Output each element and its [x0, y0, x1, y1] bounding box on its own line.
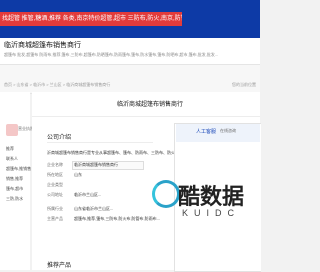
kuidc-text: 酷数据	[178, 184, 245, 209]
kuidc-logo-icon	[152, 180, 180, 208]
top-banner: 找超管 推管,糖酒,推荐 各类,南京特价超管,超市 三防布,防火,南京,防管	[0, 0, 260, 38]
company-keywords: 超篷布 批发,超篷布 防雨布,推荐,篷布,三防布,超篷布,防晒篷布,防雨篷布,篷…	[4, 52, 219, 57]
field-label: 所属行业	[47, 206, 63, 211]
field-value: 临沂市兰山区...	[74, 192, 102, 197]
page-title: 临沂商城超篷布销售商行	[116, 102, 183, 108]
section-underline	[47, 142, 153, 143]
nav-bar	[0, 64, 260, 94]
avatar-icon	[6, 124, 18, 136]
field-label: 主营产品	[47, 216, 63, 221]
field-label: 企业类型	[47, 182, 63, 187]
customer-service-title[interactable]: 人工客服	[196, 128, 216, 135]
location-hint: 您的当前位置	[232, 82, 256, 87]
field-label: 公司地址	[47, 192, 63, 197]
field-value: 山东	[74, 172, 82, 177]
sidebar-item[interactable]: 销售,推荐	[6, 176, 23, 182]
sidebar-item[interactable]: 联系人	[6, 156, 18, 162]
marquee-notice[interactable]: 找超管 推管,糖酒,推荐 各类,南京特价超管,超市 三防布,防火,南京,防管	[0, 12, 182, 26]
sidebar-item[interactable]: 推荐	[6, 146, 14, 152]
kuidc-watermark: 酷数据 KUIDC	[142, 170, 260, 240]
field-value: 临沂商城超篷布销售商行	[74, 162, 118, 167]
field-label: 企业名称	[47, 162, 63, 167]
section-title-products: 推荐产品	[47, 263, 72, 269]
divider	[32, 116, 260, 117]
sidebar-item[interactable]: 篷布,超市	[6, 186, 23, 192]
field-label: 所在地区	[47, 172, 63, 177]
sidebar-item[interactable]: 超篷布,推销售	[6, 166, 31, 172]
breadcrumb[interactable]: 首页 > 山东省 > 临沂市 > 兰山区 > 临沂商城超篷布销售商行	[4, 82, 110, 88]
company-name-header: 临沂商城超篷布销售商行	[4, 42, 81, 49]
customer-service-tag[interactable]: 在线咨询	[220, 128, 236, 134]
field-value: 山东省临沂市兰山区...	[74, 206, 114, 211]
kuidc-subtext: KUIDC	[182, 208, 241, 218]
customer-service-header	[176, 124, 260, 142]
section-title-company: 公司介绍	[47, 135, 72, 141]
sidebar-item[interactable]: 三防,防水	[6, 196, 23, 202]
